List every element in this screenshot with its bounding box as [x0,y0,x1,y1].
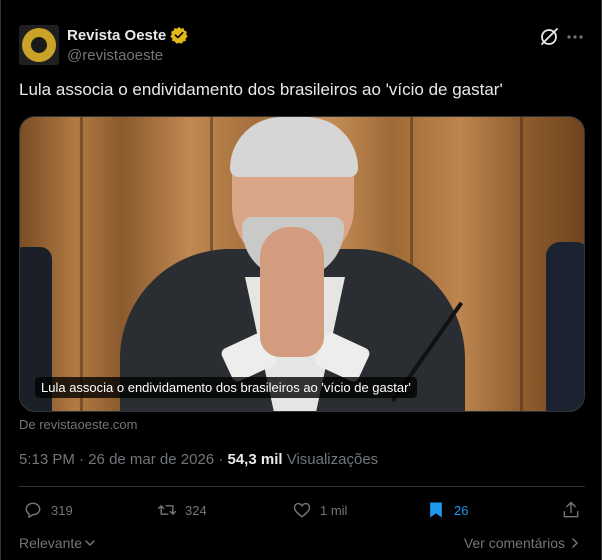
view-comments-link[interactable]: Ver comentários [464,535,581,551]
avatar-logo-center [31,37,47,53]
grok-icon[interactable] [538,26,560,48]
chevron-right-icon [572,538,579,548]
speaker-hair [230,117,358,177]
author-name-row: Revista Oeste [67,26,188,44]
author-avatar[interactable] [19,25,59,65]
sort-label: Relevante [19,535,83,551]
tweet-date[interactable]: 26 de mar de 2026 [88,451,214,468]
more-icon[interactable] [564,26,586,48]
divider [19,486,585,487]
heart-icon [293,502,311,518]
bookmark-button[interactable]: 26 [426,500,468,520]
views-count: 54,3 mil [227,451,283,468]
background-person-right [546,242,584,411]
link-source[interactable]: De revistaoeste.com [19,417,138,432]
meta-separator: · [214,451,228,468]
post-card: Revista Oeste @revistaoeste Lula associa… [0,0,602,560]
media-caption: Lula associa o endividamento dos brasile… [35,377,417,398]
like-button[interactable]: 1 mil [292,500,347,520]
speaker-hands [260,227,324,357]
author-handle[interactable]: @revistaoeste [67,47,163,64]
verified-badge-icon [170,26,188,44]
chevron-down-icon [85,540,95,547]
bookmark-icon [430,502,442,518]
tweet-meta: 5:13 PM · 26 de mar de 2026 · 54,3 mil V… [19,451,378,468]
share-button[interactable] [561,500,581,520]
reply-icon [25,502,41,518]
author-display-name[interactable]: Revista Oeste [67,27,166,44]
reply-button[interactable]: 319 [23,500,73,520]
share-icon [563,501,579,518]
views-label: Visualizações [286,451,379,468]
tweet-text: Lula associa o endividamento dos brasile… [19,80,503,99]
media-image[interactable]: Lula associa o endividamento dos brasile… [19,116,585,412]
view-comments-label: Ver comentários [463,535,565,551]
tweet-time[interactable]: 5:13 PM [19,451,75,468]
repost-icon [157,505,177,515]
like-count: 1 mil [320,502,348,518]
repost-button[interactable]: 324 [157,500,207,520]
wood-panel-seam [80,117,83,411]
meta-separator: · [74,451,89,468]
reply-count: 319 [51,502,73,518]
wood-panel-seam [520,117,523,411]
repost-count: 324 [185,502,207,518]
bookmark-count: 26 [454,502,469,518]
sort-dropdown[interactable]: Relevante [19,535,96,551]
